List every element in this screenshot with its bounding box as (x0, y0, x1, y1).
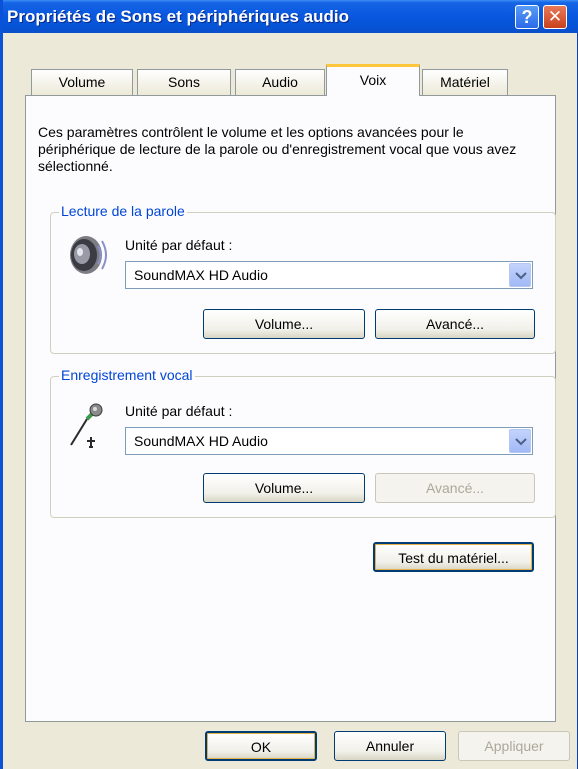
playback-device-value: SoundMAX HD Audio (134, 267, 268, 283)
title-bar[interactable]: Propriétés de Sons et périphériques audi… (3, 0, 578, 33)
window-title: Propriétés de Sons et périphériques audi… (7, 7, 349, 26)
playback-group: Lecture de la parole Unité par défaut : … (50, 203, 556, 354)
recording-advanced-button: Avancé... (375, 473, 535, 503)
tab-sons[interactable]: Sons (137, 69, 231, 95)
voix-tab-panel: Ces paramètres contrôlent le volume et l… (25, 95, 556, 722)
recording-device-select[interactable]: SoundMAX HD Audio (125, 427, 533, 455)
tab-strip: Volume Sons Audio Voix Matériel (3, 33, 578, 96)
tab-voix[interactable]: Voix (326, 64, 420, 96)
playback-group-legend: Lecture de la parole (59, 203, 187, 219)
recording-device-value: SoundMAX HD Audio (134, 433, 268, 449)
playback-device-select[interactable]: SoundMAX HD Audio (125, 261, 533, 289)
playback-volume-button[interactable]: Volume... (203, 309, 365, 339)
ok-button[interactable]: OK (205, 731, 317, 761)
recording-group-legend: Enregistrement vocal (59, 367, 195, 383)
close-icon: ✕ (547, 7, 563, 26)
chevron-down-icon[interactable] (509, 429, 531, 453)
help-button[interactable]: ? (515, 5, 539, 29)
sound-properties-window: Propriétés de Sons et périphériques audi… (0, 0, 578, 769)
recording-group: Enregistrement vocal Unité par défaut : … (50, 367, 556, 518)
microphone-icon (65, 401, 105, 452)
tab-materiel[interactable]: Matériel (422, 69, 508, 95)
playback-device-label: Unité par défaut : (125, 237, 233, 253)
intro-text: Ces paramètres contrôlent le volume et l… (38, 124, 517, 174)
help-icon: ? (521, 7, 533, 27)
test-hardware-button[interactable]: Test du matériel... (373, 542, 534, 572)
recording-device-label: Unité par défaut : (125, 403, 233, 419)
chevron-down-icon[interactable] (509, 263, 531, 287)
tab-volume[interactable]: Volume (31, 69, 133, 95)
tab-audio[interactable]: Audio (235, 69, 325, 95)
apply-button: Appliquer (458, 731, 570, 761)
speaker-icon (66, 233, 110, 280)
close-button[interactable]: ✕ (543, 5, 567, 29)
playback-advanced-button[interactable]: Avancé... (375, 309, 535, 339)
cancel-button[interactable]: Annuler (334, 731, 446, 761)
recording-volume-button[interactable]: Volume... (203, 473, 365, 503)
